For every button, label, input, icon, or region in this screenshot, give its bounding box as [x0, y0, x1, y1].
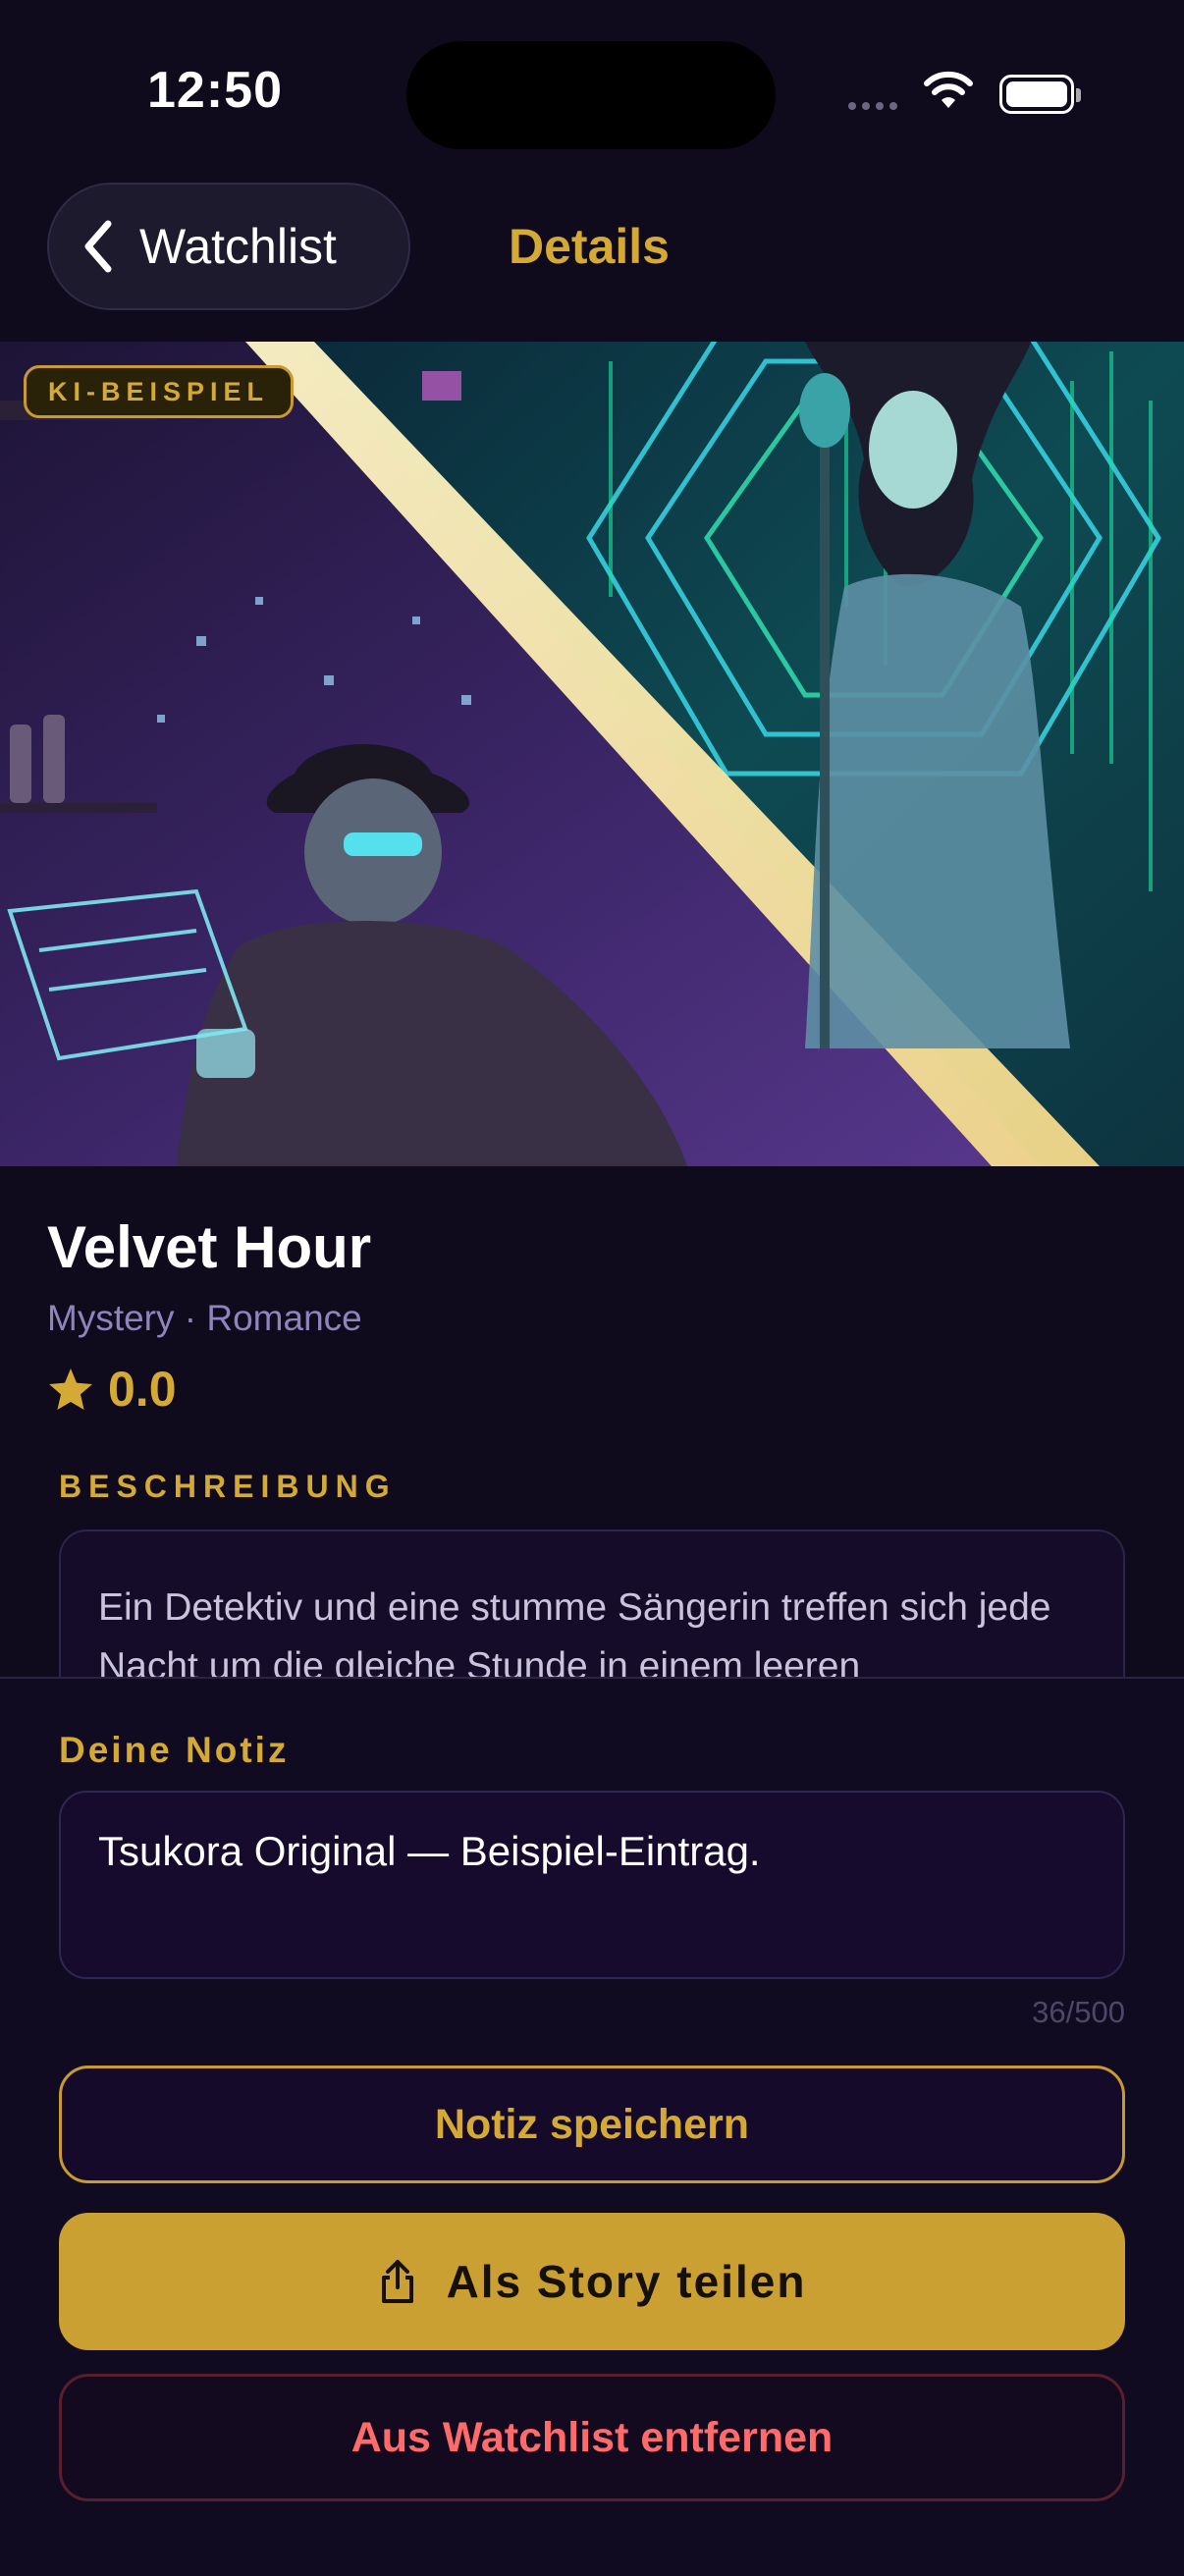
- remove-label: Aus Watchlist entfernen: [350, 2413, 834, 2461]
- save-note-button[interactable]: Notiz speichern: [59, 2066, 1125, 2183]
- battery-icon: [999, 75, 1081, 114]
- share-story-label: Als Story teilen: [446, 2256, 807, 2307]
- back-button[interactable]: Watchlist: [47, 183, 410, 310]
- remove-from-watchlist-button[interactable]: Aus Watchlist entfernen: [59, 2374, 1125, 2501]
- share-icon: [378, 2258, 417, 2305]
- note-char-counter: 36/500: [1032, 1995, 1125, 2029]
- save-note-label: Notiz speichern: [434, 2100, 750, 2148]
- description-text: Ein Detektiv und eine stumme Sängerin tr…: [98, 1586, 1051, 1677]
- note-label: Deine Notiz: [59, 1730, 290, 1770]
- item-genres: Mystery · Romance: [47, 1298, 362, 1338]
- share-story-button[interactable]: Als Story teilen: [59, 2213, 1125, 2350]
- star-icon: [49, 1368, 92, 1410]
- description-label: BESCHREIBUNG: [59, 1469, 397, 1504]
- hero-image: [0, 342, 1184, 1166]
- signal-dots-icon: [848, 102, 897, 110]
- back-button-label: Watchlist: [139, 219, 337, 274]
- note-input-value: Tsukora Original — Beispiel-Eintrag.: [98, 1828, 761, 1874]
- description-box: Ein Detektiv und eine stumme Sängerin tr…: [59, 1530, 1125, 1677]
- chevron-left-icon: [84, 220, 112, 273]
- status-time: 12:50: [147, 62, 283, 119]
- item-title: Velvet Hour: [47, 1214, 372, 1280]
- rating: 0.0: [47, 1361, 177, 1418]
- status-bar: 12:50: [0, 0, 1184, 187]
- dynamic-island: [406, 41, 776, 149]
- page-title: Details: [509, 219, 670, 274]
- rating-value: 0.0: [108, 1362, 177, 1417]
- wifi-icon: [924, 71, 973, 108]
- ai-example-badge: KI-BEISPIEL: [24, 365, 295, 418]
- note-input[interactable]: Tsukora Original — Beispiel-Eintrag.: [59, 1791, 1125, 1979]
